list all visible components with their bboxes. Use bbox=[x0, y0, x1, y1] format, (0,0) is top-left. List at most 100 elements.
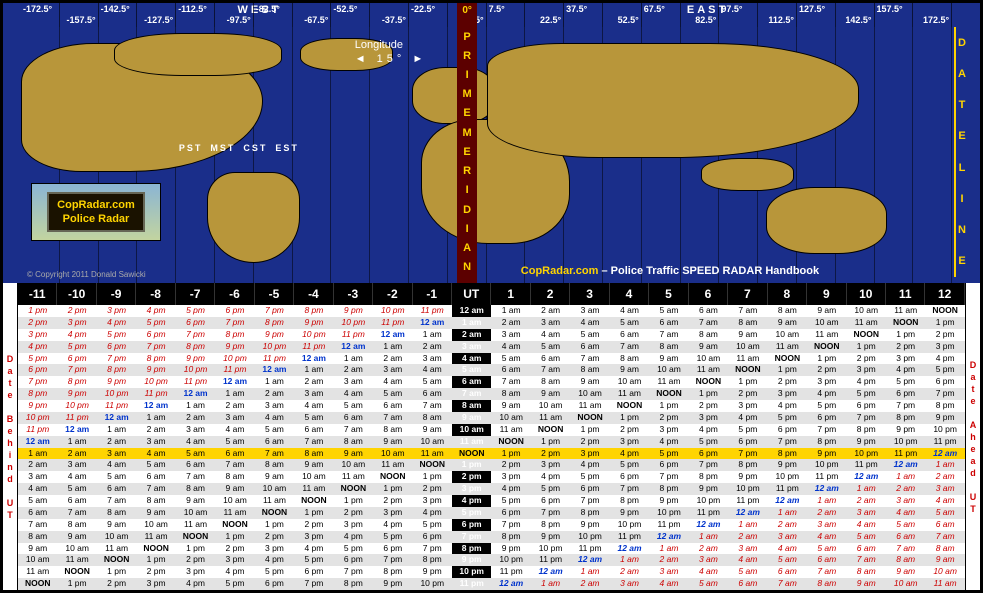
offset-header: 11 bbox=[886, 283, 925, 305]
time-cell: 7 pm bbox=[531, 507, 570, 519]
time-cell: 7 pm bbox=[413, 543, 452, 555]
time-cell: 6 pm bbox=[413, 531, 452, 543]
side-label-left: Date Behind UT bbox=[3, 283, 17, 590]
time-cell: 12 am bbox=[728, 507, 767, 519]
time-cell: 9 am bbox=[334, 448, 373, 460]
time-cell: 1 pm bbox=[689, 388, 728, 400]
time-cell: 11 pm bbox=[689, 507, 728, 519]
time-cell: 9 pm bbox=[689, 483, 728, 495]
time-cell: 9 am bbox=[294, 459, 333, 471]
time-cell: 5 am bbox=[136, 459, 175, 471]
time-cell: 6 pm bbox=[925, 376, 964, 388]
time-cell: NOON bbox=[570, 412, 609, 424]
time-cell: 1 pm bbox=[807, 353, 846, 365]
time-cell: 5 am bbox=[334, 400, 373, 412]
time-cell: 8 am bbox=[334, 436, 373, 448]
time-cell: NOON bbox=[649, 388, 688, 400]
time-cell: NOON bbox=[215, 519, 254, 531]
offset-header: -11 bbox=[18, 283, 57, 305]
time-cell: 8 am bbox=[531, 376, 570, 388]
time-cell: NOON bbox=[886, 317, 925, 329]
time-cell: 3 pm bbox=[255, 543, 294, 555]
time-cell: 5 am bbox=[294, 412, 333, 424]
time-cell: 1 am bbox=[531, 578, 570, 590]
time-cell: 2 pm bbox=[925, 329, 964, 341]
time-cell: 9 pm bbox=[294, 317, 333, 329]
time-cell: 4 am bbox=[413, 364, 452, 376]
time-cell: 1 pm bbox=[570, 424, 609, 436]
table-row: 7 pm8 pm9 pm10 pm11 pm12 am1 am2 am3 am4… bbox=[18, 376, 965, 388]
time-cell: 2 pm bbox=[807, 364, 846, 376]
time-cell: 1 pm bbox=[847, 341, 886, 353]
time-cell: 7 pm bbox=[807, 424, 846, 436]
table-row: NOON1 pm2 pm3 pm4 pm5 pm6 pm7 pm8 pm9 pm… bbox=[18, 578, 965, 590]
time-cell: 9 am bbox=[847, 578, 886, 590]
time-cell: 6 pm bbox=[452, 519, 491, 531]
time-cell: 6 am bbox=[886, 531, 925, 543]
time-cell: 3 am bbox=[18, 471, 57, 483]
time-cell: 9 am bbox=[531, 388, 570, 400]
time-cell: 11 pm bbox=[452, 578, 491, 590]
time-cell: 5 pm bbox=[373, 531, 412, 543]
time-cell: 9 pm bbox=[452, 554, 491, 566]
time-cell: 8 pm bbox=[97, 364, 136, 376]
time-cell: 6 pm bbox=[768, 424, 807, 436]
time-cell: 2 pm bbox=[97, 578, 136, 590]
time-cell: 12 am bbox=[57, 424, 96, 436]
time-cell: NOON bbox=[136, 543, 175, 555]
time-cell: 11 pm bbox=[768, 483, 807, 495]
time-cell: 7 am bbox=[649, 329, 688, 341]
time-cell: 10 am bbox=[925, 566, 964, 578]
time-cell: 5 am bbox=[255, 424, 294, 436]
time-cell: 4 pm bbox=[491, 483, 530, 495]
longitude-arrows: ◄ 15° ► bbox=[355, 53, 428, 65]
time-cell: 8 pm bbox=[847, 424, 886, 436]
time-cell: 5 am bbox=[689, 578, 728, 590]
time-cell: 3 am bbox=[176, 424, 215, 436]
time-cell: 6 am bbox=[176, 459, 215, 471]
time-table: Date Behind UT -11-10-9-8-7-6-5-4-3-2-1U… bbox=[3, 283, 980, 590]
time-cell: 11 am bbox=[294, 483, 333, 495]
time-cell: 1 am bbox=[176, 400, 215, 412]
time-cell: 7 am bbox=[728, 305, 767, 317]
table-row: 3 am4 am5 am6 am7 am8 am9 am10 am11 amNO… bbox=[18, 471, 965, 483]
time-cell: 10 pm bbox=[136, 376, 175, 388]
time-cell: 2 am bbox=[649, 554, 688, 566]
time-cell: 5 pm bbox=[925, 364, 964, 376]
time-cell: 7 pm bbox=[768, 436, 807, 448]
time-cell: 2 pm bbox=[649, 412, 688, 424]
time-cell: 12 am bbox=[294, 353, 333, 365]
time-cell: 11 pm bbox=[531, 554, 570, 566]
south-america bbox=[207, 172, 300, 263]
time-cell: 11 pm bbox=[373, 317, 412, 329]
time-cell: 7 pm bbox=[136, 341, 175, 353]
time-cell: 7 am bbox=[136, 483, 175, 495]
time-cell: 1 pm bbox=[176, 543, 215, 555]
time-cell: 3 am bbox=[531, 317, 570, 329]
time-cell: 5 pm bbox=[610, 459, 649, 471]
time-cell: 6 am bbox=[491, 364, 530, 376]
time-cell: 2 am bbox=[373, 353, 412, 365]
time-cell: 6 pm bbox=[531, 495, 570, 507]
time-cell: 9 pm bbox=[925, 412, 964, 424]
time-cell: 10 pm bbox=[689, 495, 728, 507]
time-cell: 5 am bbox=[176, 448, 215, 460]
time-cell: 8 am bbox=[491, 388, 530, 400]
time-cell: 9 pm bbox=[728, 471, 767, 483]
offset-header: -10 bbox=[57, 283, 96, 305]
time-cell: 8 pm bbox=[373, 566, 412, 578]
time-cell: 3 am bbox=[728, 543, 767, 555]
table-row: 12 am1 am2 am3 am4 am5 am6 am7 am8 am9 a… bbox=[18, 436, 965, 448]
time-cell: 2 am bbox=[610, 566, 649, 578]
time-cell: 7 pm bbox=[97, 353, 136, 365]
time-cell: 7 am bbox=[176, 471, 215, 483]
time-cell: 8 pm bbox=[334, 578, 373, 590]
time-cell: 5 pm bbox=[452, 507, 491, 519]
offset-header-row: -11-10-9-8-7-6-5-4-3-2-1UT12345678910111… bbox=[18, 283, 965, 305]
handbook-title: CopRadar.com – Police Traffic SPEED RADA… bbox=[521, 265, 819, 277]
time-cell: 10 am bbox=[413, 436, 452, 448]
time-cell: 3 am bbox=[847, 507, 886, 519]
time-cell: 7 am bbox=[255, 448, 294, 460]
time-cell: 4 pm bbox=[768, 400, 807, 412]
time-cell: 2 am bbox=[136, 424, 175, 436]
